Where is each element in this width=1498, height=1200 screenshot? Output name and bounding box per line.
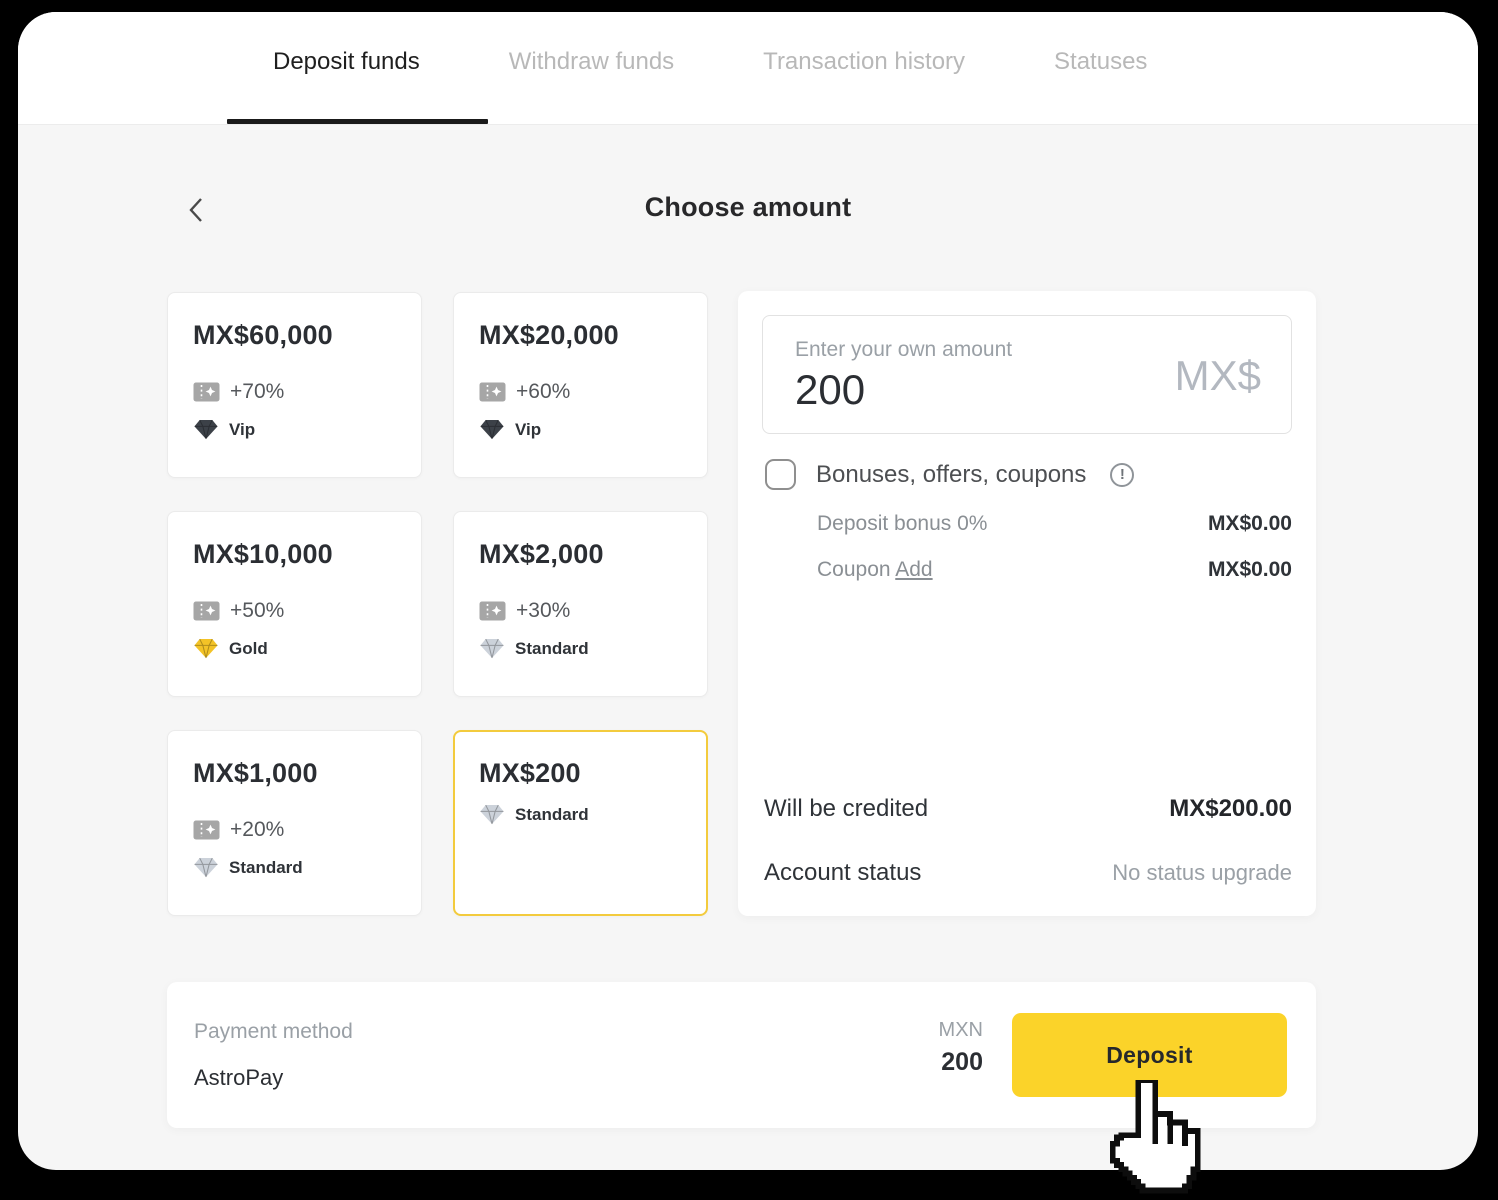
bonuses-checkbox[interactable] [765, 459, 796, 490]
account-status-label: Account status [764, 859, 921, 887]
card-bonus-row: +50% [193, 599, 401, 623]
gem-icon [193, 857, 219, 878]
card-bonus-label: +70% [230, 380, 284, 404]
ticket-icon [193, 820, 220, 840]
ticket-icon [193, 601, 220, 621]
coupon-row: Coupon Add MX$0.00 [817, 558, 1292, 582]
card-amount: MX$60,000 [193, 320, 401, 351]
bonuses-checkbox-label: Bonuses, offers, coupons [816, 461, 1086, 489]
card-amount: MX$10,000 [193, 539, 401, 570]
card-status-label: Vip [515, 420, 541, 440]
ticket-icon [193, 382, 220, 402]
header: Deposit funds Withdraw funds Transaction… [18, 12, 1478, 125]
card-status-row: Gold [193, 638, 401, 659]
coupon-value: MX$0.00 [1208, 558, 1292, 582]
gem-icon [479, 804, 505, 825]
coupon-label-text: Coupon [817, 558, 891, 581]
card-bonus-label: +30% [516, 599, 570, 623]
info-icon[interactable]: ! [1110, 463, 1134, 487]
deposit-window: Deposit funds Withdraw funds Transaction… [18, 12, 1478, 1170]
bonuses-checkbox-row: Bonuses, offers, coupons ! [765, 459, 1134, 490]
card-bonus-label: +60% [516, 380, 570, 404]
card-bonus-row: +20% [193, 818, 401, 842]
gem-icon [193, 419, 219, 440]
amount-card[interactable]: MX$60,000 +70% Vip [167, 292, 422, 478]
gem-icon [479, 638, 505, 659]
tab-transaction-history[interactable]: Transaction history [763, 48, 965, 76]
amount-card-grid: MX$60,000 +70% Vip MX$20,000 +60% Vip MX… [167, 292, 708, 916]
payment-method-value[interactable]: AstroPay [194, 1065, 283, 1091]
card-status-label: Standard [515, 639, 589, 659]
card-bonus-row: +60% [479, 380, 687, 404]
card-status-row: Standard [479, 804, 687, 825]
credited-row: Will be credited MX$200.00 [764, 795, 1292, 823]
active-tab-underline [227, 119, 488, 124]
card-status-label: Gold [229, 639, 268, 659]
own-amount-input[interactable] [795, 366, 1075, 414]
payment-amount: 200 [939, 1048, 983, 1077]
card-status-row: Standard [193, 857, 401, 878]
gem-icon [479, 419, 505, 440]
coupon-add-link[interactable]: Add [895, 558, 932, 581]
own-amount-currency: MX$ [1175, 352, 1261, 400]
ticket-icon [479, 601, 506, 621]
tab-withdraw-funds[interactable]: Withdraw funds [509, 48, 674, 76]
credited-label: Will be credited [764, 795, 928, 823]
tab-deposit-funds[interactable]: Deposit funds [273, 48, 420, 76]
card-status-label: Standard [229, 858, 303, 878]
amount-card[interactable]: MX$2,000 +30% Standard [453, 511, 708, 697]
card-amount: MX$200 [479, 758, 687, 789]
tab-bar: Deposit funds Withdraw funds Transaction… [273, 48, 1147, 76]
own-amount-label: Enter your own amount [795, 338, 1012, 362]
amount-summary-panel: Enter your own amount MX$ Bonuses, offer… [738, 291, 1316, 916]
deposit-button[interactable]: Deposit [1012, 1013, 1287, 1097]
deposit-bonus-label: Deposit bonus 0% [817, 512, 987, 536]
card-amount: MX$1,000 [193, 758, 401, 789]
account-status-value: No status upgrade [1112, 860, 1292, 886]
account-status-row: Account status No status upgrade [764, 859, 1292, 887]
card-status-row: Vip [479, 419, 687, 440]
card-amount: MX$20,000 [479, 320, 687, 351]
amount-card[interactable]: MX$1,000 +20% Standard [167, 730, 422, 916]
amount-card-selected[interactable]: MX$200 Standard [453, 730, 708, 916]
payment-bar: Payment method AstroPay MXN 200 Deposit [167, 982, 1316, 1128]
deposit-bonus-row: Deposit bonus 0% MX$0.00 [817, 512, 1292, 536]
card-status-label: Vip [229, 420, 255, 440]
payment-method-label: Payment method [194, 1020, 353, 1044]
card-status-row: Standard [479, 638, 687, 659]
credited-value: MX$200.00 [1169, 795, 1292, 823]
own-amount-field[interactable]: Enter your own amount MX$ [762, 315, 1292, 434]
deposit-bonus-value: MX$0.00 [1208, 512, 1292, 536]
ticket-icon [479, 382, 506, 402]
gem-icon [193, 638, 219, 659]
coupon-label: Coupon Add [817, 558, 933, 582]
card-amount: MX$2,000 [479, 539, 687, 570]
card-bonus-label: +50% [230, 599, 284, 623]
amount-card[interactable]: MX$20,000 +60% Vip [453, 292, 708, 478]
card-bonus-label: +20% [230, 818, 284, 842]
tab-statuses[interactable]: Statuses [1054, 48, 1147, 76]
card-bonus-row: +70% [193, 380, 401, 404]
card-status-row: Vip [193, 419, 401, 440]
payment-currency: MXN [939, 1019, 983, 1042]
page-title: Choose amount [18, 192, 1478, 223]
payment-amount-block: MXN 200 [939, 1019, 983, 1077]
amount-card[interactable]: MX$10,000 +50% Gold [167, 511, 422, 697]
card-bonus-row: +30% [479, 599, 687, 623]
card-status-label: Standard [515, 805, 589, 825]
